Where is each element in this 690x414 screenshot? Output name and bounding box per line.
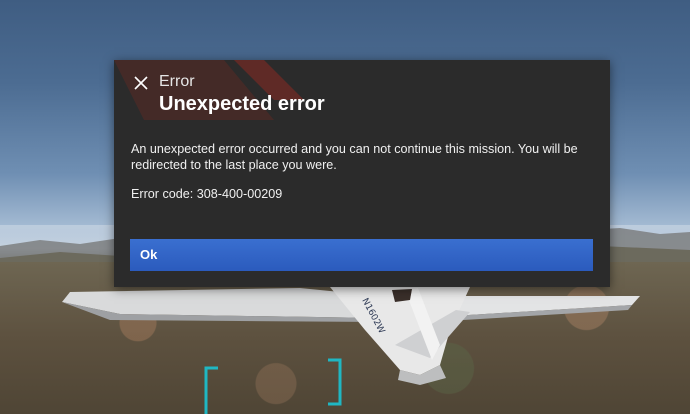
ok-button-label: Ok bbox=[140, 247, 158, 262]
error-dialog: Error Unexpected error An unexpected err… bbox=[114, 60, 610, 287]
error-message: An unexpected error occurred and you can… bbox=[131, 142, 578, 172]
close-button[interactable] bbox=[132, 74, 152, 94]
dialog-title: Unexpected error bbox=[159, 93, 325, 115]
close-icon bbox=[134, 76, 148, 90]
error-code: Error code: 308-400-00209 bbox=[131, 187, 283, 201]
ok-button[interactable]: Ok bbox=[130, 239, 593, 271]
dialog-category: Error bbox=[159, 73, 195, 90]
